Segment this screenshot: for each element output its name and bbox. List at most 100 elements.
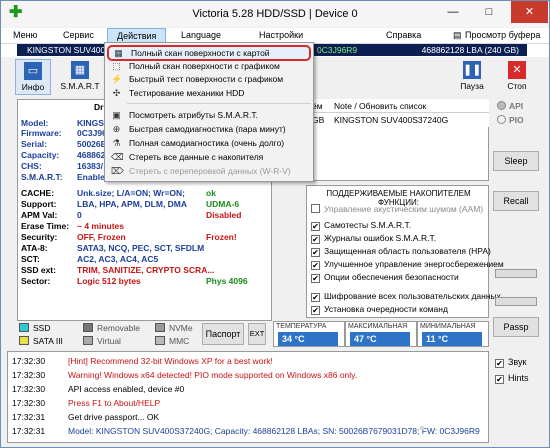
info-value: 0 [77,210,82,220]
stop-button[interactable]: ✕ Стоп [499,59,535,95]
menu-language[interactable]: Language [181,30,221,40]
legend-virtual[interactable]: Virtual [83,336,121,346]
log-time: 17:32:30 [12,370,46,380]
title-bar: ✚ Victoria 5.28 HDD/SSD | Device 0 — □ ✕ [1,1,549,27]
log-time: 17:32:30 [12,384,46,394]
info-button[interactable]: ▭ Инфо [15,59,51,95]
menu-item[interactable]: ⊕ Быстрая самодиагностика (пара минут) [107,123,311,136]
menu-item-label: Быстрая самодиагностика (пара минут) [129,124,286,134]
legend-sata3[interactable]: SATA III [19,336,63,346]
feature-checkbox[interactable]: ✔ Журналы ошибок S.M.A.R.T. [311,232,436,244]
minimize-button[interactable]: — [438,1,468,23]
col-note-header[interactable]: Note / Обновить список [334,99,426,113]
log-message: Press F1 to About/HELP [68,398,161,408]
menu-item[interactable]: ⚡ Быстрый тест поверхности с графиком [107,73,311,86]
pause-button[interactable]: ❚❚ Пауза [454,59,490,95]
info-row: SSD ext: TRIM, SANITIZE, CRYPTO SCRA... [21,265,269,276]
nvme-swatch [155,323,165,332]
info-value: 0C3J96 [77,128,107,138]
menu-actions[interactable]: Действия [107,28,167,43]
menu-item[interactable]: ▦ Полный скан поверхности с картой [107,45,311,61]
sleep-button[interactable]: Sleep [493,151,539,171]
info-key: Serial: [21,139,47,149]
info-row: CACHE: Unk.size; L/A=ON; Wr=ON; ok [21,188,269,199]
menu-item[interactable]: ▣ Посмотреть атрибуты S.M.A.R.T. [107,109,311,122]
mechanics-icon: ✣ [112,88,121,98]
pio-radio[interactable]: PIO [497,115,524,125]
info-value: 50026B [77,139,107,149]
removable-swatch [83,323,93,332]
menu-file[interactable]: Меню [13,30,37,40]
log-line: 17:32:30 Warning! Windows x64 detected! P… [12,369,357,381]
info-key: Erase Time: [21,221,70,231]
log-message: Warning! Windows x64 detected! PIO mode … [68,370,358,380]
hints-checkbox[interactable]: ✔ Hints [495,373,529,384]
feature-checkbox[interactable]: ✔ Самотесты S.M.A.R.T. [311,219,411,231]
checked-icon: ✔ [311,274,320,283]
info-value: 468862 [77,150,106,160]
actions-dropdown: ▦ Полный скан поверхности с картой ⬚ Полный… [104,42,314,182]
feature-checkbox[interactable]: Управление акустическим шумом (AAM) [311,203,483,215]
info-key: Capacity: [21,150,60,160]
legend-nvme[interactable]: NVMe [155,323,193,333]
log-line: 17:32:30 API access enabled, device #0 [12,383,184,395]
full-diag-icon: ⚗ [112,138,121,148]
maximize-button[interactable]: □ [474,1,504,23]
feature-checkbox[interactable]: ✔ Улучшенное управление энергосбережением [311,258,504,270]
checked-icon: ✔ [311,261,320,270]
info-key: Model: [21,118,49,128]
smart-button[interactable]: ▦ S.M.A.R.T [57,59,103,95]
log-line: 17:32:30 [Hint] Recommend 32-bit Windows … [12,355,273,367]
info-value-extra: ok [206,188,216,198]
feature-checkbox[interactable]: ✔ Защищенная область пользователя (HPA) [311,245,491,257]
feature-label: Управление акустическим шумом (AAM) [324,204,484,214]
sound-checkbox[interactable]: ✔ Звук [495,357,526,368]
info-value: LBA, HPA, APM, DLM, DMA [77,199,188,209]
legend-ssd[interactable]: SSD [19,323,50,333]
feature-checkbox[interactable]: ✔ Установка очередности команд [311,303,448,315]
legend-removable[interactable]: Removable [83,323,140,333]
passp-button[interactable]: Passp [493,317,539,337]
menu-settings[interactable]: Настройки [259,30,303,40]
quick-diag-icon: ⊕ [112,124,121,134]
log-time: 17:32:30 [12,356,46,366]
menu-item[interactable]: ⬚ Полный скан поверхности с графиком [107,60,311,73]
ext-button[interactable]: EXT [248,323,266,345]
menu-item[interactable]: ⌦ Стереть с переперовкой данных (W-R-V) [107,165,311,178]
info-key: Support: [21,199,57,209]
menu-help[interactable]: Справка [386,30,421,40]
log-line: 17:32:31 Get drive passport... OK [12,411,159,423]
menu-item[interactable]: ⌫ Стереть все данные с накопителя [107,151,311,164]
legend-mmc[interactable]: MMC [155,336,189,346]
info-row: Security: OFF, Frozen Frozen! [21,232,269,243]
features-panel: ПОДДЕРЖИВАЕМЫЕ НАКОПИТЕЛЕМ ФУНКЦИИ: Упра… [306,185,504,318]
log-time: 17:32:30 [12,398,46,408]
feature-checkbox[interactable]: ✔ Опции обеспечения безопасности [311,271,459,283]
menu-item-label: Полный скан поверхности с картой [131,48,270,58]
checked-icon: ✔ [311,306,320,315]
right-indicator-1 [495,269,537,278]
log-message: [Hint] Recommend 32-bit Windows XP for a… [68,356,273,366]
feature-checkbox[interactable]: ✔ Шифрование всех пользовательских данных [311,290,501,302]
menu-item[interactable]: ⚗ Полная самодиагностика (очень долго) [107,137,311,150]
info-value-extra: Frozen! [206,232,237,242]
info-key: CHS: [21,161,42,171]
checked-icon: ✔ [311,235,320,244]
menu-service[interactable]: Сервис [63,30,94,40]
log-panel[interactable]: 17:32:30 [Hint] Recommend 32-bit Windows … [7,351,489,443]
hints-check-icon: ✔ [495,375,504,384]
right-indicator-2 [495,297,537,306]
watermark: • [419,420,425,437]
menu-clipboard-view[interactable]: Просмотр буфера [465,30,540,40]
menu-item-label: Быстрый тест поверхности с графиком [129,74,284,84]
api-radio[interactable]: API [497,101,523,111]
recall-button[interactable]: Recall [493,191,539,211]
info-value-extra: Disabled [206,210,242,220]
info-row: Sector: Logic 512 bytes Phys 4096 [21,276,269,287]
menu-item[interactable]: ✣ Тестирование механики HDD [107,87,311,100]
temperature-min: МИНИМАЛЬНАЯ 11 °C [417,321,489,347]
checked-icon: ✔ [311,293,320,302]
checked-icon: ✔ [311,248,320,257]
passport-button[interactable]: Паспорт [202,323,244,345]
close-button[interactable]: ✕ [511,1,548,23]
